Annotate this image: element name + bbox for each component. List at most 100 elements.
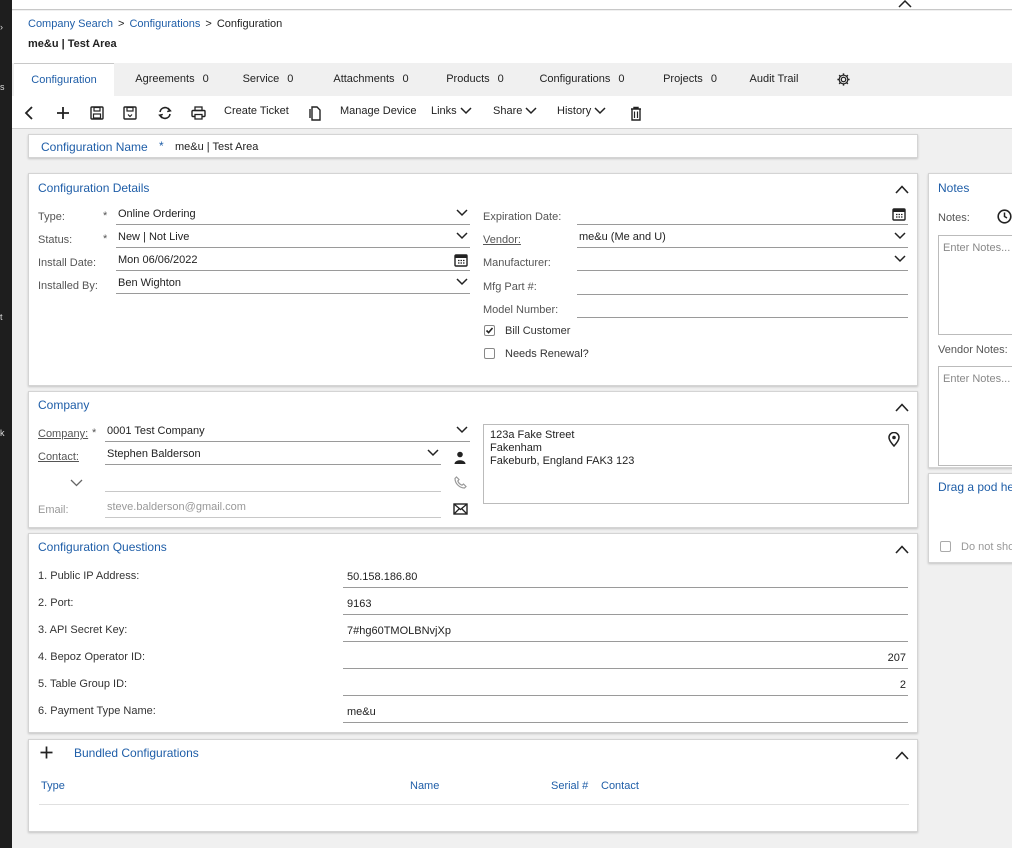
map-pin-icon[interactable] [888, 432, 900, 447]
type-label: Type: [38, 211, 65, 223]
required-mark: * [92, 427, 97, 439]
collapse-icon[interactable] [895, 185, 909, 195]
tab-audit-trail[interactable]: Audit Trail [742, 63, 806, 96]
tab-projects[interactable]: Projects 0 [650, 63, 730, 96]
calendar-icon[interactable] [892, 207, 906, 221]
address-box: 123a Fake Street Fakenham Fakeburb, Engl… [483, 424, 909, 504]
save-and-close-button[interactable] [123, 106, 137, 120]
chevron-down-icon [456, 278, 468, 286]
vendor-notes-label: Vendor Notes: [938, 344, 1008, 356]
bepoz-operator-id-input[interactable]: 207 [343, 649, 908, 669]
install-date-value: Mon 06/06/2022 [118, 254, 198, 266]
collapse-header-icon[interactable] [898, 0, 912, 11]
plus-icon [57, 107, 69, 119]
breadcrumb-configurations[interactable]: Configurations [129, 18, 200, 30]
do-not-show-checkbox[interactable] [940, 541, 951, 552]
mail-icon[interactable] [453, 503, 468, 515]
contact-label[interactable]: Contact: [38, 451, 79, 463]
expiration-date-input[interactable] [577, 205, 908, 225]
column-header-serial[interactable]: Serial # [551, 780, 588, 792]
person-icon[interactable] [454, 451, 466, 464]
api-secret-key-input[interactable]: 7#hg60TMOLBNvjXp [343, 622, 908, 642]
contact-select[interactable]: Stephen Balderson [105, 445, 441, 465]
do-not-show-label: Do not sho [961, 541, 1012, 553]
details-card: Configuration Details Type: * Online Ord… [28, 173, 918, 386]
clock-icon[interactable] [997, 209, 1012, 224]
collapse-icon[interactable] [895, 545, 909, 555]
installed-by-select[interactable]: Ben Wighton [116, 274, 470, 294]
chevron-down-icon[interactable] [70, 479, 83, 487]
tab-agreements[interactable]: Agreements 0 [122, 63, 222, 96]
table-group-id-input[interactable]: 2 [343, 676, 908, 696]
config-name-value[interactable]: me&u | Test Area [175, 141, 258, 153]
calendar-icon[interactable] [454, 253, 468, 267]
email-label: Email: [38, 504, 69, 516]
refresh-button[interactable] [157, 106, 173, 120]
tab-configuration[interactable]: Configuration [14, 63, 114, 96]
bundled-title: Bundled Configurations [74, 746, 199, 760]
tab-count: 0 [202, 73, 209, 85]
port-input[interactable]: 9163 [343, 595, 908, 615]
manufacturer-label: Manufacturer: [483, 257, 551, 269]
installed-by-label: Installed By: [38, 280, 98, 292]
tab-label: Configurations [539, 73, 611, 85]
question-label: 2. Port: [38, 597, 74, 609]
sidebar-glyph: s [0, 82, 5, 92]
vendor-value: me&u (Me and U) [579, 231, 666, 243]
delete-button[interactable] [630, 106, 642, 121]
tab-attachments[interactable]: Attachments 0 [320, 63, 422, 96]
payment-type-name-input[interactable]: me&u [343, 703, 908, 723]
vendor-select[interactable]: me&u (Me and U) [577, 228, 908, 248]
create-ticket-button[interactable]: Create Ticket [224, 105, 289, 117]
tab-configurations[interactable]: Configurations 0 [530, 63, 634, 96]
refresh-icon [158, 106, 172, 120]
manage-device-button[interactable]: Manage Device [340, 105, 416, 117]
chevron-down-icon [456, 232, 468, 240]
question-label: 3. API Secret Key: [38, 624, 128, 636]
tab-label: Products [446, 73, 490, 85]
collapse-icon[interactable] [895, 751, 909, 761]
tab-products[interactable]: Products 0 [434, 63, 516, 96]
links-label: Links [431, 105, 457, 117]
status-select[interactable]: New | Not Live [116, 228, 470, 248]
needs-renewal-checkbox[interactable] [484, 348, 495, 359]
question-value: 2 [899, 679, 906, 691]
column-header-name[interactable]: Name [410, 780, 439, 792]
notes-title: Notes [938, 181, 970, 195]
back-button[interactable] [24, 106, 34, 120]
company-value: 0001 Test Company [107, 425, 205, 437]
tab-service[interactable]: Service 0 [232, 63, 304, 96]
details-title: Configuration Details [38, 181, 150, 195]
save-button[interactable] [90, 106, 104, 120]
mfg-part-input[interactable] [577, 275, 908, 295]
history-menu[interactable]: History [557, 105, 606, 117]
install-date-input[interactable]: Mon 06/06/2022 [116, 251, 470, 271]
phone-icon[interactable] [454, 476, 467, 489]
company-select[interactable]: 0001 Test Company [105, 422, 470, 442]
public-ip-input[interactable]: 50.158.186.80 [343, 568, 908, 588]
print-button[interactable] [191, 106, 206, 120]
vendor-label[interactable]: Vendor: [483, 234, 521, 246]
tab-count: 0 [287, 73, 294, 85]
manufacturer-select[interactable] [577, 251, 908, 271]
copy-button[interactable] [309, 106, 321, 121]
model-number-input[interactable] [577, 298, 908, 318]
type-select[interactable]: Online Ordering [116, 205, 470, 225]
bill-customer-checkbox[interactable] [484, 325, 495, 336]
notes-textarea[interactable]: Enter Notes... [938, 235, 1012, 335]
collapse-icon[interactable] [895, 403, 909, 413]
links-menu[interactable]: Links [431, 105, 472, 117]
vendor-notes-textarea[interactable]: Enter Notes... [938, 366, 1012, 466]
tab-label: Service [242, 73, 280, 85]
phone-input[interactable] [105, 472, 441, 492]
breadcrumb-company-search[interactable]: Company Search [28, 18, 113, 30]
column-header-type[interactable]: Type [41, 780, 65, 792]
new-button[interactable] [56, 106, 70, 120]
plus-icon[interactable] [40, 746, 53, 759]
share-menu[interactable]: Share [493, 105, 537, 117]
needs-renewal-label: Needs Renewal? [505, 348, 589, 360]
tab-settings[interactable] [830, 63, 856, 96]
email-input[interactable]: steve.balderson@gmail.com [105, 498, 441, 518]
company-label[interactable]: Company: [38, 428, 88, 440]
column-header-contact[interactable]: Contact [601, 780, 639, 792]
